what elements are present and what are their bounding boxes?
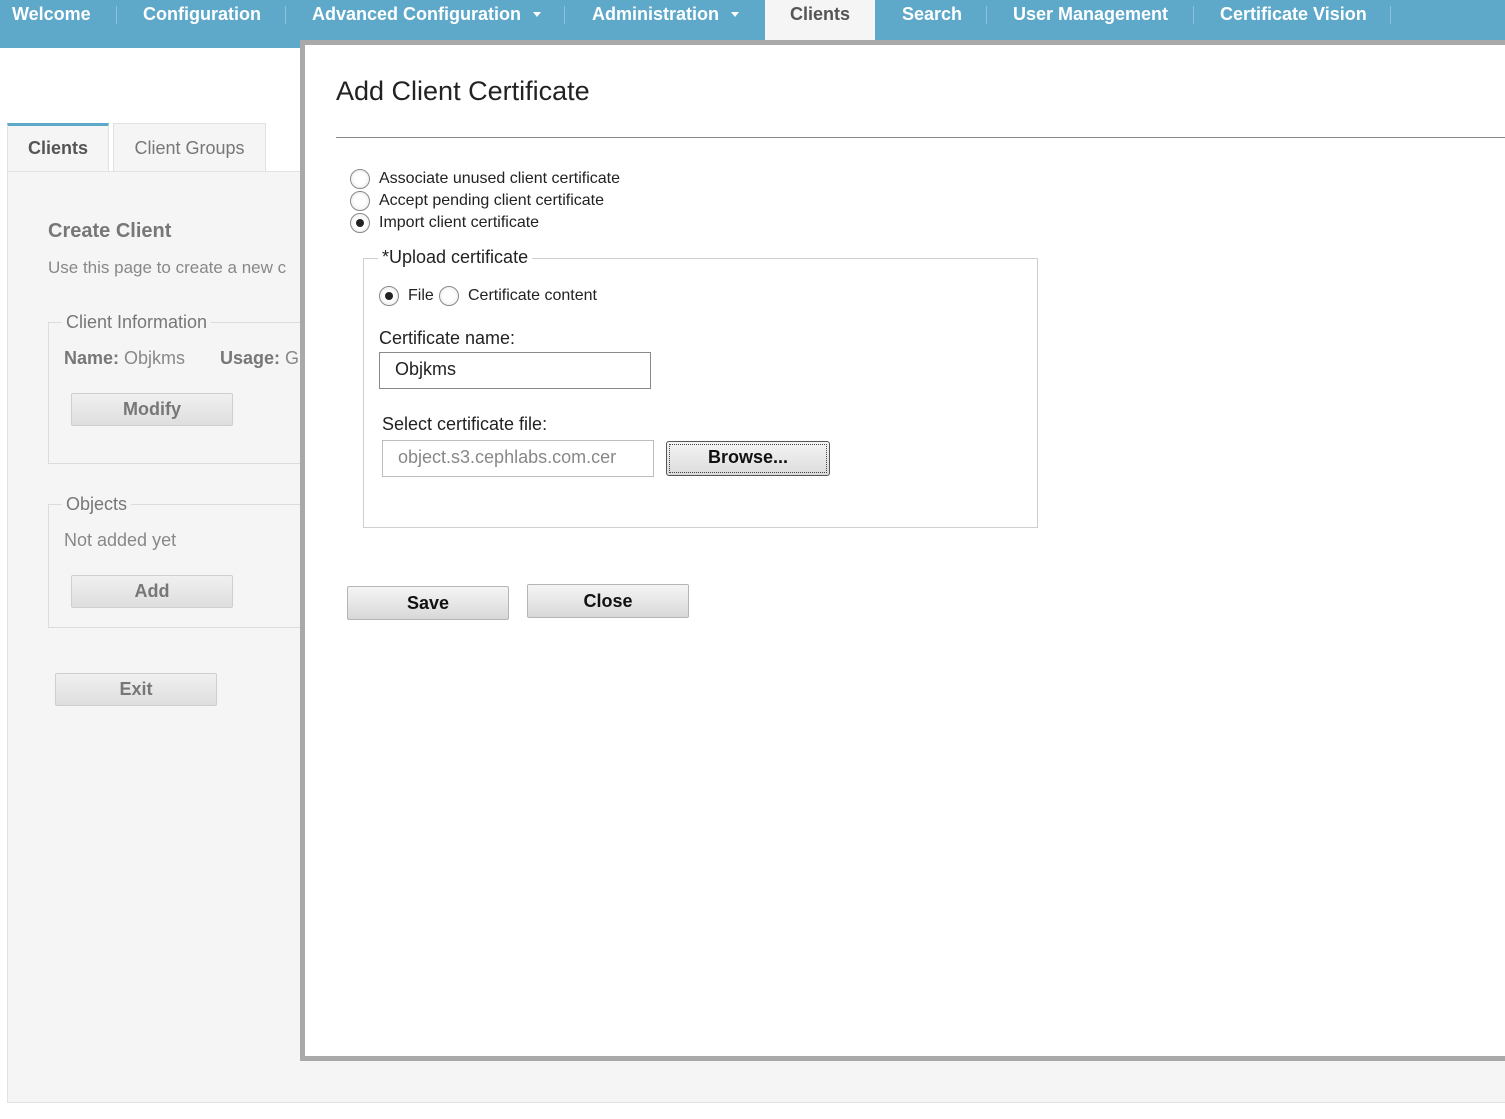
exit-button[interactable]: Exit xyxy=(55,673,217,706)
dialog-title: Add Client Certificate xyxy=(336,76,590,106)
chevron-down-icon xyxy=(533,12,542,17)
import-certificate-label[interactable]: Import client certificate xyxy=(379,214,539,232)
client-usage: Usage: G xyxy=(220,348,299,369)
nav-administration[interactable]: Administration xyxy=(592,0,740,40)
nav-advanced-configuration[interactable]: Advanced Configuration xyxy=(312,0,542,40)
nav-certificate-vision[interactable]: Certificate Vision xyxy=(1220,0,1367,40)
objects-section xyxy=(48,504,308,628)
accept-pending-radio[interactable] xyxy=(350,191,370,211)
close-button[interactable]: Close xyxy=(527,584,689,618)
certificate-file-input[interactable]: object.s3.cephlabs.com.cer xyxy=(382,440,654,477)
nav-separator xyxy=(564,6,565,24)
nav-separator xyxy=(1193,6,1194,24)
nav-administration-label: Administration xyxy=(592,4,720,24)
source-content-label[interactable]: Certificate content xyxy=(468,287,597,305)
upload-certificate-section xyxy=(363,258,1038,528)
tab-client-groups[interactable]: Client Groups xyxy=(113,123,266,171)
upload-certificate-legend: *Upload certificate xyxy=(378,247,533,268)
select-file-label: Select certificate file: xyxy=(382,414,548,434)
modify-button[interactable]: Modify xyxy=(71,393,233,426)
nav-configuration[interactable]: Configuration xyxy=(143,0,261,40)
nav-search[interactable]: Search xyxy=(902,0,962,40)
nav-welcome[interactable]: Welcome xyxy=(12,0,91,40)
nav-user-management[interactable]: User Management xyxy=(1013,0,1168,40)
save-button[interactable]: Save xyxy=(347,586,509,620)
nav-separator xyxy=(1390,6,1391,24)
client-name: Name: Objkms xyxy=(64,348,185,369)
objects-legend: Objects xyxy=(62,494,132,515)
client-usage-value: G xyxy=(285,348,300,368)
add-object-button[interactable]: Add xyxy=(71,575,233,608)
chevron-down-icon xyxy=(731,12,740,17)
client-name-label: Name: xyxy=(64,348,120,368)
tab-clients[interactable]: Clients xyxy=(7,123,109,171)
certificate-name-input[interactable]: Objkms xyxy=(379,352,651,389)
nav-separator xyxy=(285,6,286,24)
certificate-name-label: Certificate name: xyxy=(379,328,516,348)
browse-button[interactable]: Browse... xyxy=(666,441,830,476)
nav-separator xyxy=(986,6,987,24)
source-file-label[interactable]: File xyxy=(408,287,434,305)
nav-separator xyxy=(116,6,117,24)
client-name-value: Objkms xyxy=(124,348,186,368)
page-description: Use this page to create a new c xyxy=(48,258,287,277)
client-information-legend: Client Information xyxy=(62,312,212,333)
import-certificate-radio[interactable] xyxy=(350,213,370,233)
associate-unused-radio[interactable] xyxy=(350,169,370,189)
dialog-divider xyxy=(336,137,1505,138)
nav-clients[interactable]: Clients xyxy=(765,0,875,40)
source-file-radio[interactable] xyxy=(379,286,399,306)
page-title: Create Client xyxy=(48,220,172,242)
client-usage-label: Usage: xyxy=(220,348,281,368)
accept-pending-label[interactable]: Accept pending client certificate xyxy=(379,192,604,210)
source-content-radio[interactable] xyxy=(439,286,459,306)
nav-advanced-configuration-label: Advanced Configuration xyxy=(312,4,522,24)
associate-unused-label[interactable]: Associate unused client certificate xyxy=(379,170,620,188)
objects-empty-text: Not added yet xyxy=(64,530,177,550)
